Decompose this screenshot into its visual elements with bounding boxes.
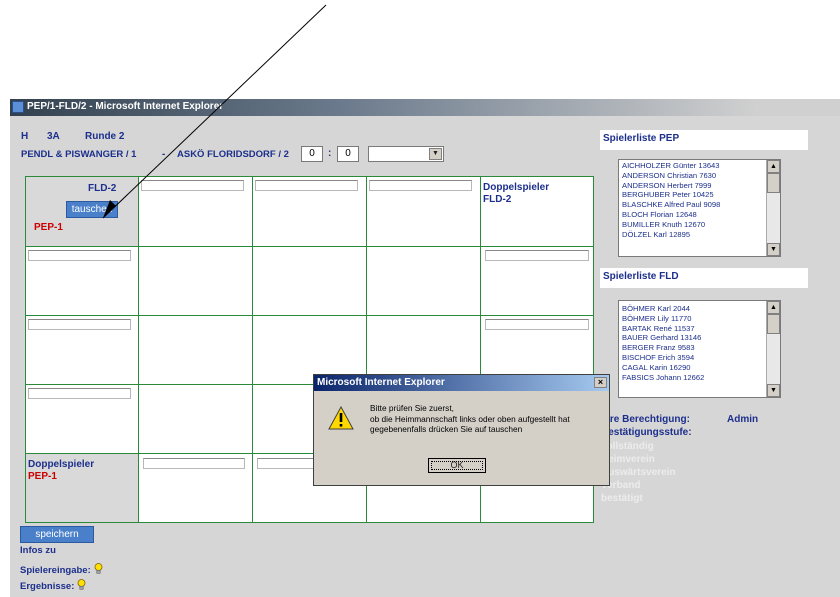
grid-doubles-cell bbox=[480, 246, 594, 316]
grid-row-header-cell bbox=[25, 315, 139, 385]
score-away-input[interactable]: 0 bbox=[337, 146, 359, 162]
player-list-item[interactable]: FABSICS Johann 12662 bbox=[619, 373, 780, 383]
player-list-item[interactable]: BLOCH Florian 12648 bbox=[619, 210, 780, 220]
scroll-thumb[interactable] bbox=[767, 173, 780, 193]
confirm-level: bestätigt bbox=[601, 493, 643, 504]
player-list-item[interactable]: AICHHOLZER Günter 13643 bbox=[619, 161, 780, 171]
dialog-message-line: gegebenenfalls drücken Sie auf tauschen bbox=[370, 424, 523, 434]
confirm-level: Auswärtsverein bbox=[601, 467, 676, 478]
grid-result-cell[interactable] bbox=[252, 246, 367, 316]
grid-result-cell[interactable] bbox=[366, 246, 481, 316]
grid-header-cell bbox=[138, 176, 253, 247]
header-round: Runde 2 bbox=[85, 131, 125, 142]
grid-row-header-cell bbox=[25, 384, 139, 454]
player-list-item[interactable]: BARTAK René 11537 bbox=[619, 324, 780, 334]
dialog-message-line: ob die Heimmannschaft links oder oben au… bbox=[370, 413, 570, 424]
confirm-label: Bestätigungsstufe: bbox=[601, 427, 692, 438]
lightbulb-icon[interactable] bbox=[77, 579, 86, 590]
player-list-item[interactable]: BÖHMER Karl 2044 bbox=[619, 304, 780, 314]
lightbulb-icon[interactable] bbox=[94, 563, 103, 574]
dialog-title: Microsoft Internet Explorer bbox=[317, 377, 445, 388]
score-colon: : bbox=[328, 148, 332, 159]
warning-icon bbox=[328, 405, 354, 433]
scroll-down-icon[interactable]: ▼ bbox=[767, 384, 780, 397]
corner-home-label: PEP-1 bbox=[34, 222, 63, 233]
player-list-item[interactable]: BAUER Gerhard 13146 bbox=[619, 333, 780, 343]
pep-list-title: Spielerliste PEP bbox=[600, 130, 808, 150]
player-list-item[interactable]: BISCHOF Erich 3594 bbox=[619, 353, 780, 363]
grid-result-cell[interactable] bbox=[138, 315, 253, 385]
fld-list-scrollbar[interactable]: ▲ ▼ bbox=[766, 301, 780, 397]
player-list-item[interactable]: BÖHMER Lily 11770 bbox=[619, 314, 780, 324]
grid-header-cell bbox=[252, 176, 367, 247]
grid-result-cell[interactable] bbox=[138, 246, 253, 316]
player-list-item[interactable]: BLASCHKE Alfred Paul 9098 bbox=[619, 200, 780, 210]
dialog-message: Bitte prüfen Sie zuerst, ob die Heimmann… bbox=[370, 403, 570, 435]
window-title: PEP/1-FLD/2 - Microsoft Internet Explore… bbox=[27, 101, 224, 112]
player-select[interactable] bbox=[28, 250, 131, 261]
results-info: Ergebnisse: bbox=[20, 579, 86, 592]
team-separator: - bbox=[162, 149, 166, 160]
ie-page-icon bbox=[12, 101, 24, 113]
player-select[interactable] bbox=[485, 319, 589, 330]
header-letter: H bbox=[21, 131, 29, 142]
player-list-item[interactable]: BERGHUBER Peter 10425 bbox=[619, 190, 780, 200]
pep-list-scrollbar[interactable]: ▲ ▼ bbox=[766, 160, 780, 256]
scroll-up-icon[interactable]: ▲ bbox=[767, 160, 780, 173]
dialog-titlebar[interactable]: Microsoft Internet Explorer × bbox=[314, 375, 609, 391]
alert-dialog: Microsoft Internet Explorer × Bitte prüf… bbox=[313, 374, 610, 486]
player-select[interactable] bbox=[255, 180, 358, 191]
grid-row-header-cell bbox=[25, 246, 139, 316]
player-select[interactable] bbox=[28, 388, 131, 399]
chevron-down-icon[interactable]: ▼ bbox=[429, 148, 442, 160]
player-select[interactable] bbox=[369, 180, 472, 191]
infos-label: Infos zu bbox=[20, 545, 56, 556]
player-list-item[interactable]: BERGER Franz 9583 bbox=[619, 343, 780, 353]
header-class: 3A bbox=[47, 131, 60, 142]
results-label: Ergebnisse: bbox=[20, 581, 75, 592]
player-list-item[interactable]: BUMILLER Knuth 12670 bbox=[619, 220, 780, 230]
rights-label: Ihre Berechtigung: bbox=[601, 414, 690, 425]
corner-away-label: FLD-2 bbox=[88, 183, 117, 194]
scroll-thumb[interactable] bbox=[767, 314, 780, 334]
player-list-item[interactable]: CAGAL Karin 16290 bbox=[619, 363, 780, 373]
grid-result-cell[interactable] bbox=[138, 384, 253, 454]
dialog-message-line: Bitte prüfen Sie zuerst, bbox=[370, 403, 454, 413]
doubles-row-header-cell: Doppelspieler PEP-1 bbox=[25, 453, 139, 523]
away-team-name: ASKÖ FLORIDSDORF / 2 bbox=[177, 149, 289, 160]
fld-player-list[interactable]: BÖHMER Karl 2044 BÖHMER Lily 11770 BARTAK … bbox=[618, 300, 781, 398]
doubles-bottom-title: Doppelspieler bbox=[28, 459, 95, 470]
ok-button[interactable]: OK bbox=[428, 458, 486, 473]
player-list-item[interactable]: ANDERSON Herbert 7999 bbox=[619, 181, 780, 191]
close-icon[interactable]: × bbox=[594, 377, 607, 388]
player-entry-info: Spielereingabe: bbox=[20, 563, 103, 576]
home-team-name: PENDL & PISWANGER / 1 bbox=[21, 149, 137, 160]
player-select[interactable] bbox=[141, 180, 244, 191]
player-list-item[interactable]: ANDERSON Christian 7630 bbox=[619, 171, 780, 181]
doubles-right-team: FLD-2 bbox=[483, 194, 512, 205]
scroll-up-icon[interactable]: ▲ bbox=[767, 301, 780, 314]
doubles-right-title: Doppelspieler bbox=[483, 182, 550, 193]
result-select[interactable]: ▼ bbox=[368, 146, 444, 162]
player-entry-label: Spielereingabe: bbox=[20, 565, 91, 576]
player-select[interactable] bbox=[143, 458, 245, 469]
window-titlebar[interactable]: PEP/1-FLD/2 - Microsoft Internet Explore… bbox=[10, 99, 840, 116]
pep-player-list[interactable]: AICHHOLZER Günter 13643 ANDERSON Christia… bbox=[618, 159, 781, 257]
ie-window: PEP/1-FLD/2 - Microsoft Internet Explore… bbox=[10, 99, 840, 597]
grid-corner-cell: FLD-2 tauschen PEP-1 bbox=[25, 176, 139, 247]
scroll-down-icon[interactable]: ▼ bbox=[767, 243, 780, 256]
player-select[interactable] bbox=[485, 250, 589, 261]
grid-doubles-cell bbox=[138, 453, 253, 523]
fld-list-title: Spielerliste FLD bbox=[600, 268, 808, 288]
doubles-bottom-team: PEP-1 bbox=[28, 471, 57, 482]
swap-button[interactable]: tauschen bbox=[66, 201, 118, 218]
doubles-header-cell: Doppelspieler FLD-2 bbox=[480, 176, 594, 247]
score-home-input[interactable]: 0 bbox=[301, 146, 323, 162]
rights-value: Admin bbox=[727, 414, 759, 425]
player-list-item[interactable]: DÖLZEL Karl 12895 bbox=[619, 230, 780, 240]
grid-header-cell bbox=[366, 176, 481, 247]
save-button[interactable]: speichern bbox=[20, 526, 94, 543]
player-select[interactable] bbox=[28, 319, 131, 330]
